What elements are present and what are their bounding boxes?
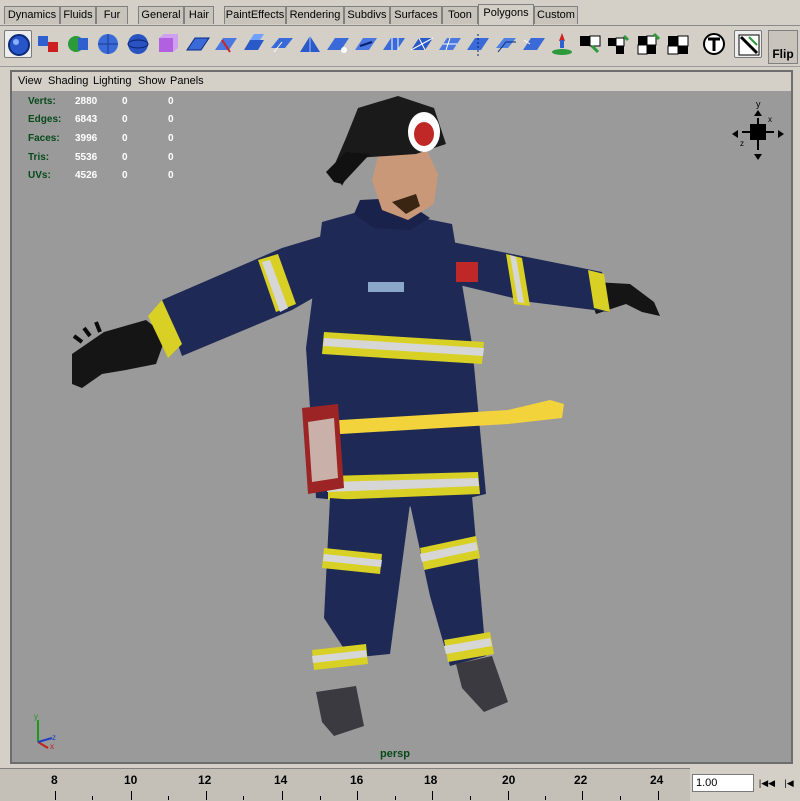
mirror-icon[interactable] (464, 30, 492, 58)
tab-custom[interactable]: Custom (534, 6, 578, 24)
time-tick (545, 796, 546, 800)
time-tick-label: 12 (198, 773, 212, 787)
time-tick-label: 16 (350, 773, 364, 787)
wedge-face-icon[interactable] (296, 30, 324, 58)
firefighter-character-model[interactable] (12, 92, 791, 762)
menu-lighting[interactable]: Lighting (93, 75, 132, 87)
menu-panels[interactable]: Panels (170, 75, 204, 87)
time-tick (320, 796, 321, 800)
time-tick (55, 791, 56, 800)
poly-plane-icon[interactable] (184, 30, 212, 58)
menu-shading[interactable]: Shading (48, 75, 88, 87)
tab-toon[interactable]: Toon (442, 6, 478, 24)
planar-map-icon[interactable] (576, 30, 604, 58)
tab-dynamics[interactable]: Dynamics (4, 6, 60, 24)
time-tick (395, 796, 396, 800)
tab-fur[interactable]: Fur (96, 6, 128, 24)
time-tick (131, 791, 132, 800)
camera-name-label: persp (380, 748, 410, 760)
time-tick-label: 18 (424, 773, 438, 787)
extrude-face-icon[interactable] (240, 30, 268, 58)
uv-texture-editor-icon[interactable] (734, 30, 762, 58)
tab-hair[interactable]: Hair (184, 6, 214, 24)
append-poly-icon[interactable] (324, 30, 352, 58)
perspective-viewport-panel: View Shading Lighting Show Panels Verts:… (10, 70, 793, 764)
spherical-map-icon[interactable] (634, 30, 662, 58)
tab-fluids[interactable]: Fluids (60, 6, 96, 24)
sculpt-icon[interactable] (548, 30, 576, 58)
select-poly-icon[interactable] (4, 30, 32, 58)
time-tick (206, 791, 207, 800)
poly-sphere-icon[interactable] (124, 30, 152, 58)
time-tick-label: 20 (502, 773, 516, 787)
bevel-icon[interactable] (268, 30, 296, 58)
merge-vertices-icon[interactable] (352, 30, 380, 58)
triangulate-icon[interactable] (408, 30, 436, 58)
smooth-sphere-icon[interactable] (94, 30, 122, 58)
time-tick (658, 791, 659, 800)
time-tick (582, 791, 583, 800)
tab-painteffects[interactable]: PaintEffects (224, 6, 286, 24)
time-tick (432, 791, 433, 800)
menu-show[interactable]: Show (138, 75, 166, 87)
go-to-start-icon[interactable]: |◀◀ (758, 774, 776, 792)
time-slider[interactable]: 8 10 12 14 16 18 20 22 24 (0, 768, 690, 801)
tab-surfaces[interactable]: Surfaces (390, 6, 442, 24)
origin-axis-icon: y x z (34, 712, 56, 750)
time-tick (620, 796, 621, 800)
panel-menu-bar: View Shading Lighting Show Panels (12, 72, 791, 92)
automatic-map-icon[interactable] (664, 30, 692, 58)
layout-uvs-icon[interactable] (700, 30, 728, 58)
time-tick-label: 10 (124, 773, 138, 787)
grow-selection-icon[interactable] (64, 30, 92, 58)
time-tick-label: 24 (650, 773, 664, 787)
svg-text:z: z (52, 733, 56, 742)
time-tick (470, 796, 471, 800)
poly-cube-icon[interactable] (154, 30, 182, 58)
time-tick (92, 796, 93, 800)
smooth-proxy-icon[interactable] (492, 30, 520, 58)
time-tick (282, 791, 283, 800)
collapse-icon[interactable] (380, 30, 408, 58)
current-time-field[interactable] (692, 774, 754, 792)
convert-selection-icon[interactable] (34, 30, 62, 58)
viewport-canvas[interactable]: Verts: 2880 0 0 Edges: 6843 0 0 Faces: 3… (12, 92, 791, 762)
tab-polygons[interactable]: Polygons (478, 4, 534, 25)
flip-button[interactable]: Flip (768, 30, 798, 64)
time-tick-label: 14 (274, 773, 288, 787)
svg-text:x: x (50, 742, 54, 750)
quadrangulate-icon[interactable] (436, 30, 464, 58)
menu-view[interactable]: View (18, 75, 42, 87)
time-tick-label: 8 (51, 773, 58, 787)
time-tick (508, 791, 509, 800)
tab-general[interactable]: General (138, 6, 184, 24)
tab-rendering[interactable]: Rendering (286, 6, 344, 24)
time-tick (357, 791, 358, 800)
shelf-tab-bar: Dynamics Fluids Fur General Hair PaintEf… (0, 0, 800, 26)
time-tick (243, 796, 244, 800)
time-tick (168, 796, 169, 800)
reduce-icon[interactable] (520, 30, 548, 58)
polygons-shelf (0, 26, 800, 67)
tab-subdivs[interactable]: Subdivs (344, 6, 390, 24)
split-poly-icon[interactable] (212, 30, 240, 58)
cylindrical-map-icon[interactable] (604, 30, 632, 58)
svg-text:y: y (34, 712, 38, 721)
time-tick-label: 22 (574, 773, 588, 787)
step-back-icon[interactable]: |◀ (780, 774, 798, 792)
